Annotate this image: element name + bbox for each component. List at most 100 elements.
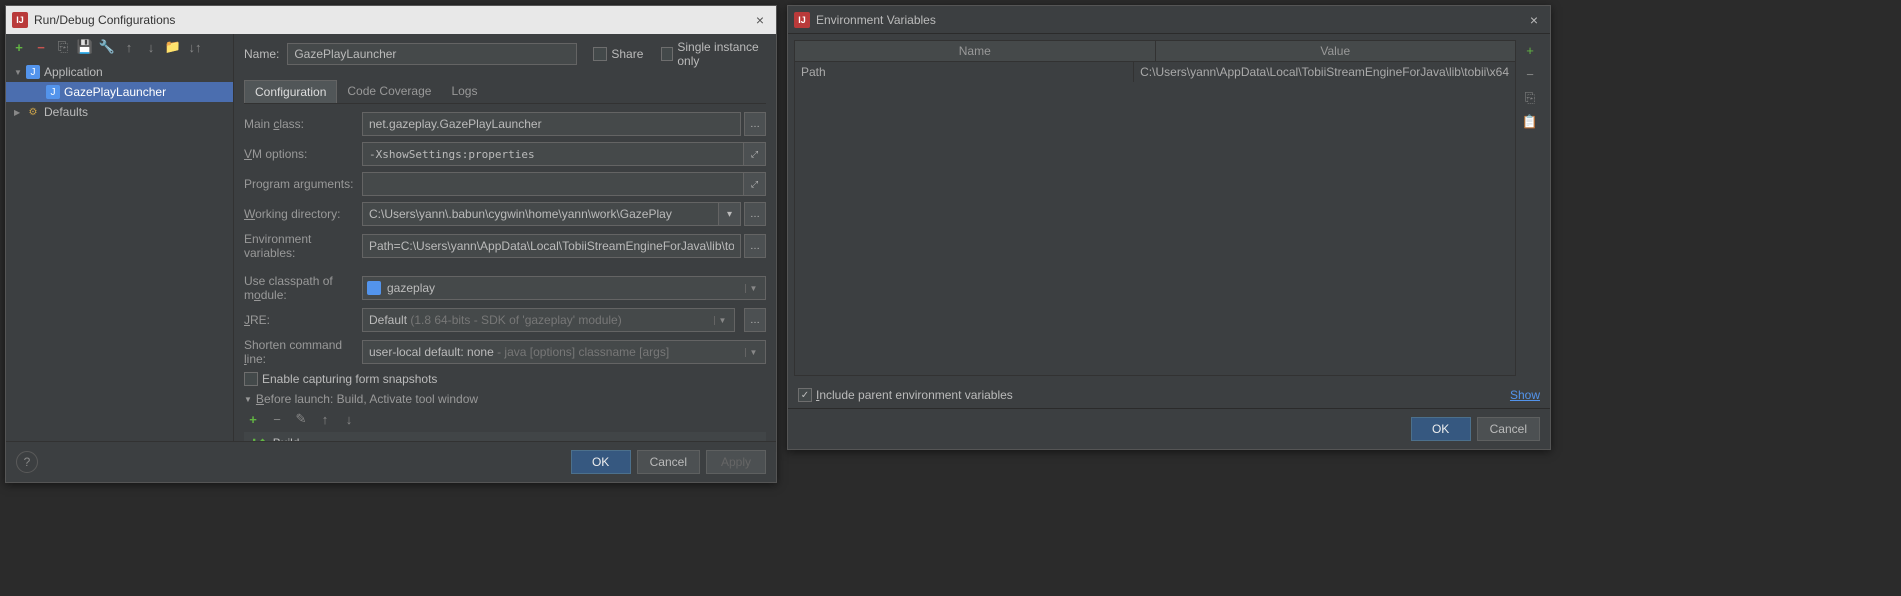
checkbox-label: Single instance only xyxy=(677,40,766,68)
paste-icon[interactable]: 📋 xyxy=(1520,112,1540,132)
collapse-arrow-icon: ▶ xyxy=(14,108,24,117)
jre-label: JRE: xyxy=(244,313,356,327)
add-task-icon[interactable]: + xyxy=(244,410,262,428)
tree-node-defaults[interactable]: ▶ ⚙ Defaults xyxy=(6,102,233,122)
working-dir-dropdown-icon[interactable]: ▾ xyxy=(719,202,741,226)
chevron-down-icon: ▼ xyxy=(745,348,761,357)
env-footer: ✓ Include parent environment variables S… xyxy=(788,382,1550,408)
browse-working-dir-button[interactable]: … xyxy=(744,202,766,226)
edit-task-icon[interactable]: ✎ xyxy=(292,410,310,428)
tab-code-coverage[interactable]: Code Coverage xyxy=(337,80,441,103)
remove-config-icon[interactable]: − xyxy=(32,38,50,56)
checkbox-icon xyxy=(661,47,673,61)
col-value: Value xyxy=(1156,41,1516,61)
name-label: Name: xyxy=(244,47,279,61)
close-icon[interactable]: × xyxy=(750,12,770,28)
dialog-button-bar: ? OK Cancel Apply xyxy=(6,441,776,482)
classpath-label: Use classpath of module: xyxy=(244,274,356,302)
classpath-select[interactable]: gazeplay ▼ xyxy=(362,276,766,300)
table-row[interactable]: Path C:\Users\yann\AppData\Local\TobiiSt… xyxy=(795,62,1515,82)
apply-button[interactable]: Apply xyxy=(706,450,766,474)
table-header: Name Value xyxy=(794,40,1516,62)
folder-icon[interactable]: 📁 xyxy=(164,38,182,56)
chevron-down-icon: ▼ xyxy=(714,316,730,325)
close-icon[interactable]: × xyxy=(1524,12,1544,28)
main-class-input[interactable] xyxy=(362,112,741,136)
enable-snapshot-checkbox[interactable]: Enable capturing form snapshots xyxy=(244,372,437,386)
config-tree-panel: + − ⎘ 💾 🔧 ↑ ↓ 📁 ↓↑ ▼ J Application J Gaz… xyxy=(6,34,234,441)
share-checkbox[interactable]: Share xyxy=(593,47,643,61)
tree-node-application[interactable]: ▼ J Application xyxy=(6,62,233,82)
env-side-toolbar: + − ⎘ 📋 xyxy=(1520,40,1544,376)
save-config-icon[interactable]: 💾 xyxy=(76,38,94,56)
remove-var-icon[interactable]: − xyxy=(1520,64,1540,84)
cancel-button[interactable]: Cancel xyxy=(637,450,700,474)
sort-icon[interactable]: ↓↑ xyxy=(186,38,204,56)
vm-options-input[interactable] xyxy=(362,142,744,166)
move-down-icon[interactable]: ↓ xyxy=(142,38,160,56)
config-tabs: Configuration Code Coverage Logs xyxy=(244,80,766,104)
tab-logs[interactable]: Logs xyxy=(441,80,487,103)
tab-configuration[interactable]: Configuration xyxy=(244,80,337,103)
gear-icon: ⚙ xyxy=(26,105,40,119)
chevron-down-icon: ▼ xyxy=(745,284,761,293)
browse-jre-button[interactable]: … xyxy=(744,308,766,332)
shorten-value: user-local default: none - java [options… xyxy=(367,345,745,359)
browse-main-class-button[interactable]: … xyxy=(744,112,766,136)
move-up-icon[interactable]: ↑ xyxy=(120,38,138,56)
ok-button[interactable]: OK xyxy=(1411,417,1471,441)
include-parent-checkbox[interactable]: ✓ Include parent environment variables xyxy=(798,388,1013,402)
tree-toolbar: + − ⎘ 💾 🔧 ↑ ↓ 📁 ↓↑ xyxy=(6,34,233,60)
tree-label: Application xyxy=(44,65,103,79)
add-var-icon[interactable]: + xyxy=(1520,40,1540,60)
build-task-row[interactable]: ⬇⬆ Build xyxy=(244,432,766,441)
titlebar: IJ Environment Variables × xyxy=(788,6,1550,34)
program-args-input[interactable] xyxy=(362,172,744,196)
config-form-panel: Name: Share Single instance only Configu… xyxy=(234,34,776,441)
add-config-icon[interactable]: + xyxy=(10,38,28,56)
env-vars-dialog: IJ Environment Variables × Name Value Pa… xyxy=(787,5,1551,450)
show-link[interactable]: Show xyxy=(1510,388,1540,402)
before-launch-label: Before launch: Build, Activate tool wind… xyxy=(256,392,478,406)
col-name: Name xyxy=(795,41,1156,61)
single-instance-checkbox[interactable]: Single instance only xyxy=(661,40,766,68)
before-launch-header[interactable]: ▼ Before launch: Build, Activate tool wi… xyxy=(244,392,766,406)
env-vars-input[interactable] xyxy=(362,234,741,258)
vm-options-label: VM options: xyxy=(244,147,356,161)
working-dir-input[interactable] xyxy=(362,202,719,226)
jre-value: Default (1.8 64-bits - SDK of 'gazeplay'… xyxy=(367,313,714,327)
before-launch-toolbar: + − ✎ ↑ ↓ xyxy=(244,406,766,432)
main-class-label: Main class: xyxy=(244,117,356,131)
checkbox-icon xyxy=(244,372,258,386)
edit-defaults-icon[interactable]: 🔧 xyxy=(98,38,116,56)
dialog-title: Environment Variables xyxy=(816,13,1524,27)
shorten-select[interactable]: user-local default: none - java [options… xyxy=(362,340,766,364)
expand-vm-options-icon[interactable]: ⤢ xyxy=(744,142,766,166)
expand-program-args-icon[interactable]: ⤢ xyxy=(744,172,766,196)
copy-icon[interactable]: ⎘ xyxy=(1520,88,1540,108)
checkbox-icon: ✓ xyxy=(798,388,812,402)
copy-config-icon[interactable]: ⎘ xyxy=(54,38,72,56)
classpath-value: gazeplay xyxy=(385,281,745,295)
tree-node-selected[interactable]: J GazePlayLauncher xyxy=(6,82,233,102)
name-input[interactable] xyxy=(287,43,577,65)
shorten-label: Shorten command line: xyxy=(244,338,356,366)
module-icon xyxy=(367,281,381,295)
jre-select[interactable]: Default (1.8 64-bits - SDK of 'gazeplay'… xyxy=(362,308,735,332)
dialog-button-bar: OK Cancel xyxy=(788,408,1550,449)
working-dir-label: Working directory: xyxy=(244,207,356,221)
dialog-title: Run/Debug Configurations xyxy=(34,13,750,27)
tree-label: GazePlayLauncher xyxy=(64,85,166,99)
expand-arrow-icon: ▼ xyxy=(14,68,24,77)
application-icon: J xyxy=(46,85,60,99)
cancel-button[interactable]: Cancel xyxy=(1477,417,1540,441)
help-icon[interactable]: ? xyxy=(16,451,38,473)
browse-env-vars-button[interactable]: … xyxy=(744,234,766,258)
ok-button[interactable]: OK xyxy=(571,450,631,474)
cell-value: C:\Users\yann\AppData\Local\TobiiStreamE… xyxy=(1134,62,1515,82)
app-icon: IJ xyxy=(794,12,810,28)
move-task-up-icon[interactable]: ↑ xyxy=(316,410,334,428)
remove-task-icon[interactable]: − xyxy=(268,410,286,428)
config-tree: ▼ J Application J GazePlayLauncher ▶ ⚙ D… xyxy=(6,60,233,441)
move-task-down-icon[interactable]: ↓ xyxy=(340,410,358,428)
